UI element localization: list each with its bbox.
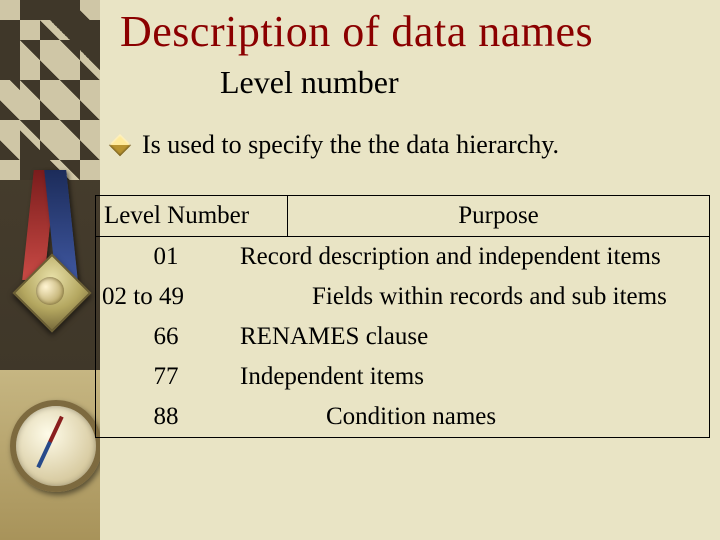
cell-level: 88	[96, 403, 236, 431]
checkerboard-icon	[0, 0, 100, 180]
diamond-bullet-icon	[109, 134, 132, 157]
table-row: 02 to 49 Fields within records and sub i…	[96, 277, 709, 317]
cell-level: 01	[96, 243, 236, 271]
slide: Description of data names Level number I…	[0, 0, 720, 540]
cell-level: 66	[96, 323, 236, 351]
table-header-purpose: Purpose	[288, 196, 709, 236]
compass-icon	[0, 370, 100, 540]
cell-level: 77	[96, 363, 236, 391]
cell-purpose: Condition names	[236, 403, 709, 431]
cell-purpose: Independent items	[236, 363, 709, 391]
bullet-text: Is used to specify the the data hierarch…	[142, 130, 559, 160]
table-row: 66 RENAMES clause	[96, 317, 709, 357]
cell-purpose: Fields within records and sub items	[262, 283, 709, 311]
cell-purpose: RENAMES clause	[236, 323, 709, 351]
table-row: 88 Condition names	[96, 397, 709, 437]
table-row: 01 Record description and independent it…	[96, 237, 709, 277]
page-subtitle: Level number	[220, 64, 399, 101]
level-number-table: Level Number Purpose 01 Record descripti…	[95, 195, 710, 438]
table-header-level: Level Number	[96, 196, 288, 236]
decorative-sidebar	[0, 0, 100, 540]
cell-level: 02 to 49	[96, 283, 262, 311]
cell-purpose: Record description and independent items	[236, 243, 709, 271]
medal-icon	[10, 170, 90, 340]
table-header: Level Number Purpose	[95, 195, 710, 236]
table-row: 77 Independent items	[96, 357, 709, 397]
table-body: 01 Record description and independent it…	[95, 236, 710, 438]
bullet-line: Is used to specify the the data hierarch…	[112, 130, 559, 160]
page-title: Description of data names	[120, 6, 593, 57]
